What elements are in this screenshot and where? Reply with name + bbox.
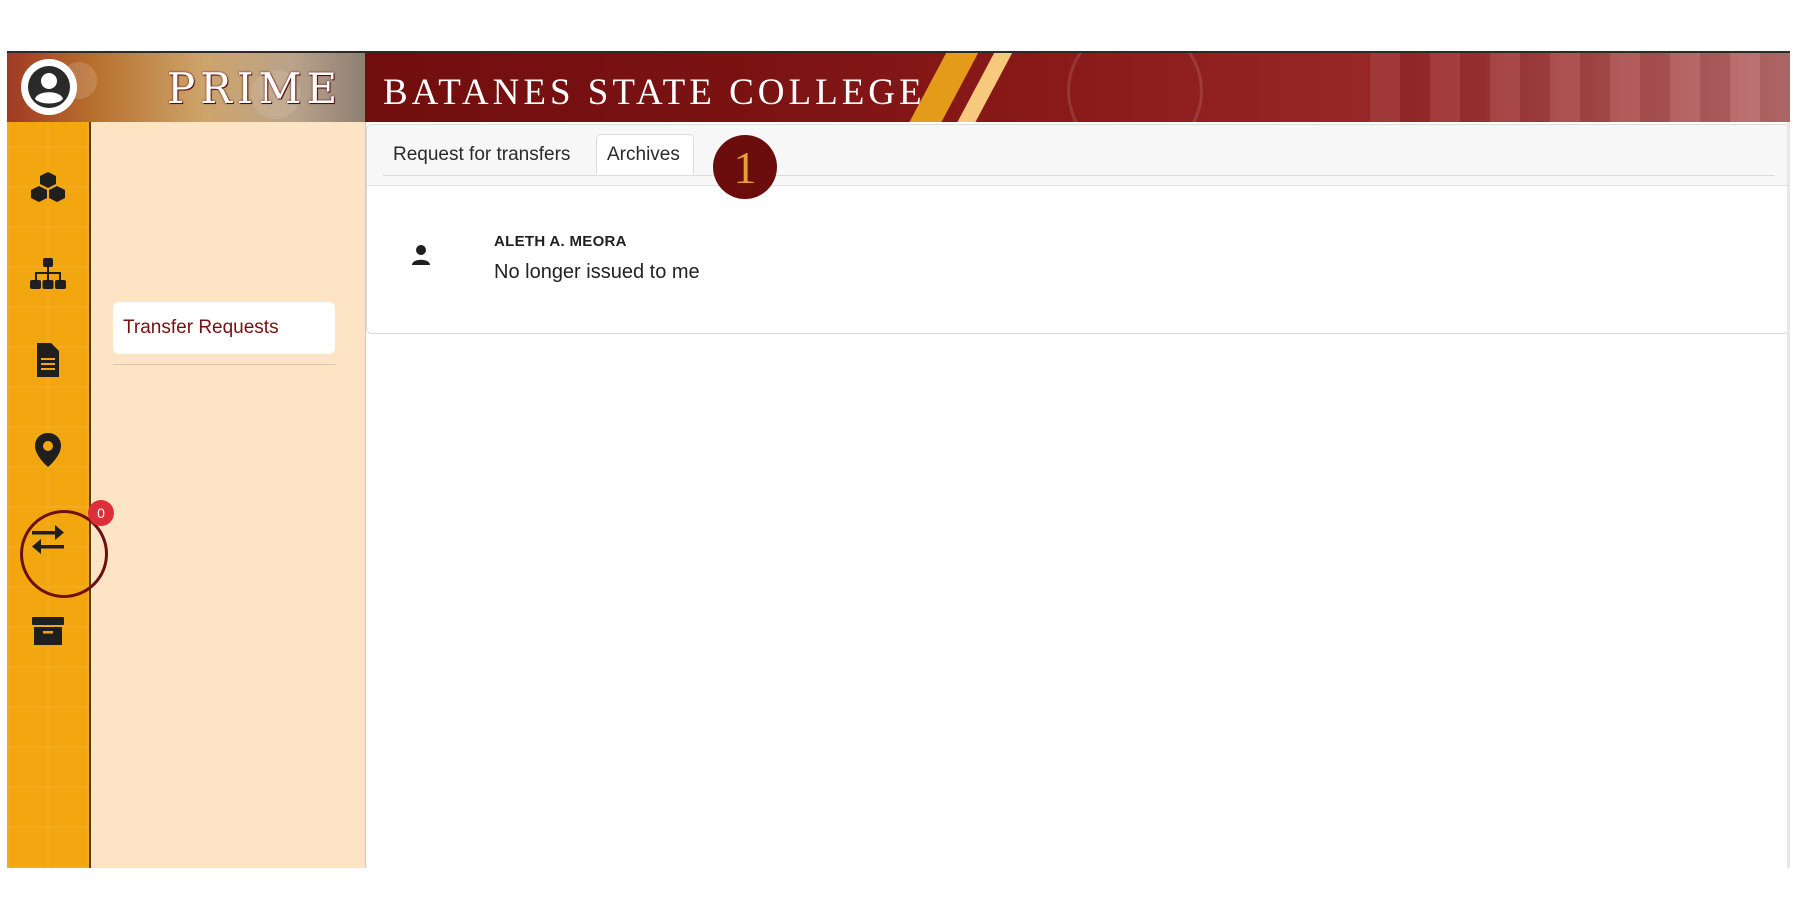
header-banner: PRIME BATANES STATE COLLEGE [7, 53, 1790, 122]
icon-rail: 0 [7, 122, 114, 868]
college-name: BATANES STATE COLLEGE [383, 72, 926, 113]
user-circle-icon [28, 66, 70, 108]
rail-item-transfers[interactable]: 0 [20, 500, 114, 598]
recipient-name: ALETH A. MEORA [494, 233, 627, 250]
tab-archives[interactable]: Archives [596, 134, 694, 175]
location-pin-icon [35, 433, 61, 467]
card-header: Request for transfers Archives 1 [367, 125, 1789, 199]
archive-message: No longer issued to me [494, 261, 700, 283]
cubes-icon [31, 172, 65, 202]
transfer-card: Request for transfers Archives 1 ALETH A… [366, 124, 1790, 334]
archive-box-icon [32, 617, 64, 645]
user-avatar-button[interactable] [21, 59, 77, 115]
prime-logo: PRIME [167, 63, 343, 113]
header-building-decoration [1370, 53, 1790, 122]
rail-item-organization[interactable] [22, 247, 74, 299]
sitemap-icon [30, 258, 66, 289]
page-scrollbar[interactable] [1787, 122, 1790, 868]
rail-item-inventory[interactable] [22, 160, 74, 212]
transfer-count-badge: 0 [88, 500, 114, 526]
person-icon [409, 243, 433, 267]
document-icon [37, 343, 59, 377]
tab-request-for-transfers[interactable]: Request for transfers [383, 134, 589, 175]
sub-navigation: Transfer Requests [91, 122, 366, 868]
header-seal-decoration [1067, 53, 1203, 122]
rail-item-documents[interactable] [22, 334, 74, 386]
divider [113, 364, 335, 365]
app-window: PRIME BATANES STATE COLLEGE 0 Transfer R… [7, 51, 1790, 868]
rail-item-locations[interactable] [22, 424, 74, 476]
subnav-item-transfer-requests[interactable]: Transfer Requests [113, 302, 335, 354]
tabs-divider [383, 175, 1775, 176]
rail-item-archives[interactable] [22, 605, 74, 657]
list-item: ALETH A. MEORA No longer issued to me [367, 185, 1789, 335]
